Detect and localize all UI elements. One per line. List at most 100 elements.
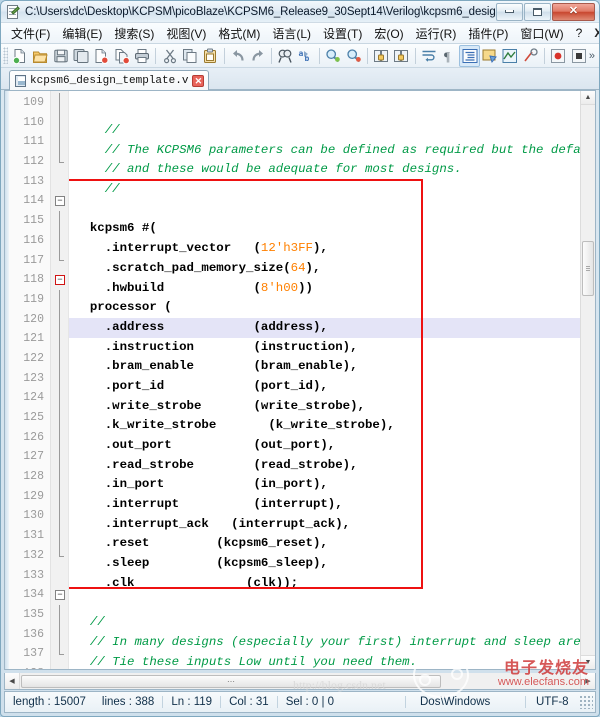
code-line[interactable]: .k_write_strobe (k_write_strobe),: [69, 416, 580, 436]
fold-marker[interactable]: [51, 664, 68, 670]
code-line[interactable]: .hwbuild (8'h00)): [69, 279, 580, 299]
code-line[interactable]: .write_strobe (write_strobe),: [69, 397, 580, 417]
code-line[interactable]: .interrupt_ack (interrupt_ack),: [69, 515, 580, 535]
menu-file[interactable]: 文件(F): [5, 23, 56, 44]
paste-icon[interactable]: [200, 45, 220, 67]
code-line[interactable]: .interrupt_vector (12'h3FF),: [69, 239, 580, 259]
code-line[interactable]: .port_id (port_id),: [69, 377, 580, 397]
fold-marker[interactable]: [51, 172, 68, 192]
sync-scroll-vertical-icon[interactable]: [371, 45, 391, 67]
close-document-button[interactable]: X: [588, 24, 600, 42]
fold-marker[interactable]: [51, 605, 68, 625]
fold-marker[interactable]: [51, 152, 68, 172]
replace-icon[interactable]: ab: [296, 45, 316, 67]
code-line[interactable]: .bram_enable (bram_enable),: [69, 357, 580, 377]
code-line[interactable]: .instruction (instruction),: [69, 338, 580, 358]
code-line[interactable]: .out_port (out_port),: [69, 436, 580, 456]
fold-marker[interactable]: [51, 388, 68, 408]
fold-marker[interactable]: [51, 625, 68, 645]
redo-icon[interactable]: [248, 45, 268, 67]
editor-tab[interactable]: kcpsm6_design_template.v✕: [9, 70, 209, 90]
cut-icon[interactable]: [159, 45, 179, 67]
fold-marker[interactable]: [51, 329, 68, 349]
fold-marker[interactable]: [51, 113, 68, 133]
close-file-icon[interactable]: [91, 45, 111, 67]
close-all-icon[interactable]: [112, 45, 132, 67]
code-line[interactable]: //: [69, 121, 580, 141]
undo-icon[interactable]: [228, 45, 248, 67]
fold-marker[interactable]: [51, 487, 68, 507]
toolbar-grip[interactable]: [3, 47, 8, 64]
show-document-map-icon[interactable]: [500, 45, 520, 67]
code-line[interactable]: // Tie these inputs Low until you need t…: [69, 653, 580, 669]
zoom-in-icon[interactable]: [323, 45, 343, 67]
editor-vertical-scrollbar[interactable]: ▲ ▼: [580, 91, 595, 669]
code-line[interactable]: //: [69, 613, 580, 633]
scroll-down-arrow[interactable]: ▼: [581, 655, 595, 669]
fold-marker[interactable]: [51, 231, 68, 251]
fold-collapse-icon[interactable]: −: [55, 590, 65, 600]
user-defined-language-icon[interactable]: [480, 45, 500, 67]
code-line[interactable]: .address (address),: [69, 318, 580, 338]
fold-marker[interactable]: [51, 428, 68, 448]
show-all-characters-icon[interactable]: ¶: [439, 45, 459, 67]
fold-marker[interactable]: [51, 408, 68, 428]
print-icon[interactable]: [132, 45, 152, 67]
menu-edit[interactable]: 编辑(E): [56, 23, 108, 44]
code-line[interactable]: processor (: [69, 298, 580, 318]
save-icon[interactable]: [50, 45, 70, 67]
code-line[interactable]: .sleep (kcpsm6_sleep),: [69, 554, 580, 574]
fold-marker[interactable]: [51, 566, 68, 586]
code-line[interactable]: .read_strobe (read_strobe),: [69, 456, 580, 476]
menu-view[interactable]: 视图(V): [160, 23, 212, 44]
menu-run[interactable]: 运行(R): [410, 23, 463, 44]
code-line[interactable]: // and these would be adequate for most …: [69, 160, 580, 180]
fold-marker[interactable]: [51, 467, 68, 487]
code-folding-column[interactable]: −−−−: [51, 91, 69, 669]
save-all-icon[interactable]: [71, 45, 91, 67]
resize-grip[interactable]: [579, 695, 593, 709]
menu-settings[interactable]: 设置(T): [317, 23, 368, 44]
scroll-left-arrow[interactable]: ◀: [5, 673, 20, 689]
fold-marker[interactable]: [51, 369, 68, 389]
copy-icon[interactable]: [180, 45, 200, 67]
code-line[interactable]: .clk (clk));: [69, 574, 580, 594]
menu-language[interactable]: 语言(L): [266, 23, 317, 44]
word-wrap-icon[interactable]: [418, 45, 438, 67]
sync-scroll-horizontal-icon[interactable]: [391, 45, 411, 67]
close-tab-icon[interactable]: ✕: [192, 75, 204, 87]
fold-marker[interactable]: [51, 290, 68, 310]
new-file-icon[interactable]: [10, 45, 30, 67]
code-line[interactable]: .interrupt (interrupt),: [69, 495, 580, 515]
code-line[interactable]: kcpsm6 #(: [69, 219, 580, 239]
menu-help[interactable]: ?: [570, 24, 589, 42]
code-line[interactable]: .in_port (in_port),: [69, 475, 580, 495]
scroll-right-arrow[interactable]: ▶: [580, 673, 595, 689]
find-icon[interactable]: [275, 45, 295, 67]
toolbar-overflow-button[interactable]: »: [589, 50, 599, 62]
fold-marker[interactable]: [51, 310, 68, 330]
code-line[interactable]: .scratch_pad_memory_size(64),: [69, 259, 580, 279]
code-text-area[interactable]: // // The KCPSM6 parameters can be defin…: [69, 91, 580, 669]
code-line[interactable]: [69, 200, 580, 220]
fold-marker[interactable]: [51, 93, 68, 113]
fold-marker[interactable]: −: [51, 270, 68, 290]
fold-marker[interactable]: [51, 251, 68, 271]
fold-marker[interactable]: [51, 546, 68, 566]
record-macro-icon[interactable]: [548, 45, 568, 67]
zoom-out-icon[interactable]: [343, 45, 363, 67]
menu-format[interactable]: 格式(M): [212, 23, 266, 44]
fold-marker[interactable]: [51, 132, 68, 152]
minimize-button[interactable]: [496, 3, 523, 21]
fold-marker[interactable]: −: [51, 191, 68, 211]
show-indent-guide-icon[interactable]: [459, 45, 480, 67]
scroll-up-arrow[interactable]: ▲: [581, 91, 595, 105]
open-file-icon[interactable]: [30, 45, 50, 67]
fold-marker[interactable]: [51, 526, 68, 546]
function-list-icon[interactable]: [521, 45, 541, 67]
menu-plugins[interactable]: 插件(P): [462, 23, 514, 44]
fold-marker[interactable]: [51, 349, 68, 369]
code-line[interactable]: //: [69, 180, 580, 200]
stop-macro-icon[interactable]: [568, 45, 588, 67]
fold-marker[interactable]: [51, 506, 68, 526]
